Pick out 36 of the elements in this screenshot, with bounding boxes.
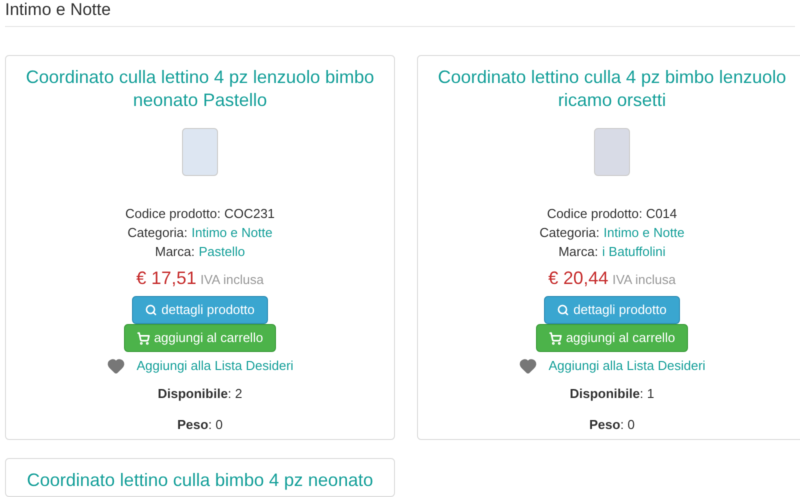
weight: Peso: 0 (177, 416, 223, 434)
availability: Disponibile: 1 (570, 384, 654, 403)
photo-placeholder (594, 128, 630, 176)
product-title[interactable]: Coordinato lettino culla bimbo 4 pz neonato (26, 468, 374, 492)
price: € 20,44 (548, 267, 608, 290)
search-icon (557, 304, 570, 316)
cart-icon (548, 332, 562, 344)
brand-link[interactable]: i Batuffolini (602, 242, 666, 261)
wishlist-link[interactable]: Aggiungi alla Lista Desideri (548, 356, 706, 376)
wishlist-link[interactable]: Aggiungi alla Lista Desideri (136, 356, 294, 376)
vat-note: IVA inclusa (200, 271, 264, 289)
brand-link[interactable]: Pastello (198, 242, 245, 261)
page-heading: Intimo e Notte (5, 0, 795, 27)
cart-icon (136, 332, 150, 344)
category-link[interactable]: Intimo e Notte (604, 223, 684, 242)
price: € 17,51 (136, 267, 196, 290)
brand-label: Marca: (155, 243, 195, 261)
heart-icon (106, 356, 125, 375)
brand-label: Marca: (558, 243, 598, 261)
heart-icon (518, 356, 537, 375)
category-label: Categoria: (540, 224, 600, 242)
vat-note: IVA inclusa (612, 271, 676, 289)
availability: Disponibile: 2 (158, 384, 242, 403)
category-label: Categoria: (128, 224, 188, 242)
details-button[interactable]: dettagli prodotto (544, 296, 680, 324)
details-button[interactable]: dettagli prodotto (132, 296, 268, 324)
product-code: Codice prodotto: COC231 (125, 205, 275, 223)
add-to-cart-button[interactable]: aggiungi al carrello (536, 324, 688, 352)
search-icon (145, 304, 158, 316)
weight: Peso: 0 (589, 416, 635, 434)
product-code: Codice prodotto: C014 (546, 205, 678, 223)
category-link[interactable]: Intimo e Notte (192, 223, 272, 242)
add-to-cart-button[interactable]: aggiungi al carrello (124, 324, 276, 352)
photo-placeholder (182, 128, 218, 176)
product-title[interactable]: Coordinato culla lettino 4 pz lenzuolo bimbo neonato Pastello (18, 66, 382, 112)
product-title[interactable]: Coordinato lettino culla 4 pz bimbo lenzuolo ricamo orsetti (430, 66, 794, 112)
